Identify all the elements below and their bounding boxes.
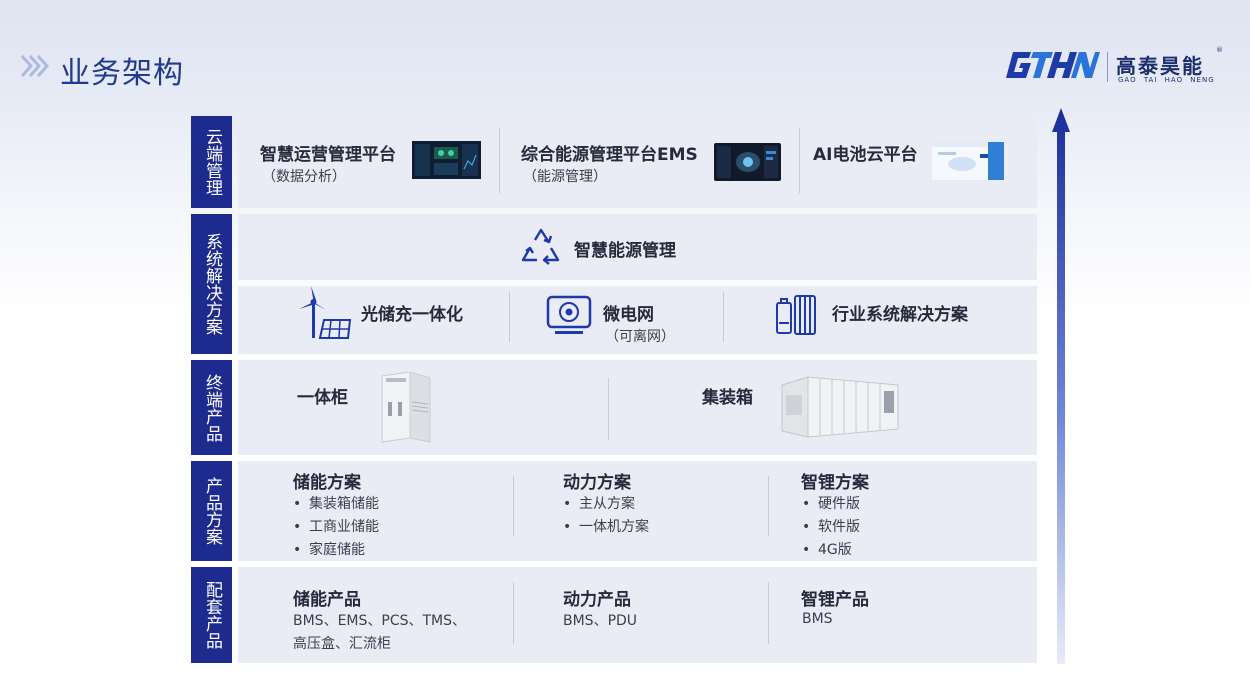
row-label-terminal: 终端产品: [191, 360, 232, 455]
microgrid-icon: [546, 295, 592, 334]
company-logo: [1006, 52, 1100, 78]
product-line: BMS、PDU: [563, 613, 638, 629]
divider: [723, 292, 724, 342]
system-item-title: 光储充一体化: [361, 305, 463, 325]
cloud-item-sub: （能源管理）: [523, 169, 607, 185]
cloud-item-title: 智慧运营管理平台: [260, 145, 396, 165]
solution-title: 智锂方案: [801, 473, 869, 493]
divider: [608, 378, 609, 440]
solution-bullet: 软件版: [802, 516, 860, 536]
solution-bullet: 集装箱储能: [293, 493, 379, 513]
solution-bullet: 家庭储能: [293, 539, 365, 559]
product-title: 智锂产品: [801, 590, 869, 610]
cloud-item-sub: （数据分析）: [262, 169, 346, 185]
system-top-title: 智慧能源管理: [574, 241, 676, 261]
cloud-item-title: 综合能源管理平台EMS: [521, 145, 698, 165]
divider: [509, 292, 510, 342]
solution-title: 储能方案: [293, 473, 361, 493]
ems-screen-thumbnail: [714, 143, 781, 181]
row-label-system: 系统解决方案: [191, 214, 232, 354]
divider: [768, 582, 769, 644]
chevrons-icon: [20, 54, 50, 78]
system-item-sub: （可离网）: [605, 329, 675, 345]
terminal-item-title: 集装箱: [702, 388, 753, 408]
solution-bullet: 一体机方案: [563, 516, 649, 536]
solution-title: 动力方案: [563, 473, 631, 493]
solar-wind-icon: [299, 286, 352, 339]
container-image: [781, 376, 899, 438]
page-title: 业务架构: [60, 56, 184, 91]
solution-bullet: 4G版: [802, 539, 852, 559]
terminal-item-title: 一体柜: [297, 388, 348, 408]
divider: [799, 128, 800, 193]
solution-bullet: 硬件版: [802, 493, 860, 513]
product-line: BMS: [802, 611, 833, 627]
logo-name-cn: 高泰昊能: [1116, 54, 1204, 78]
cloud-item-title: AI电池云平台: [813, 145, 918, 165]
solution-bullet: 工商业储能: [293, 516, 379, 536]
cabinet-image: [381, 372, 431, 443]
logo-separator: [1107, 52, 1108, 82]
solution-bullet: 主从方案: [563, 493, 635, 513]
divider: [513, 476, 514, 536]
row-label-cloud: 云端管理: [191, 116, 232, 208]
battery-cloud-thumbnail: [932, 142, 1004, 180]
registered-mark: ®: [1216, 46, 1223, 54]
upward-arrow-icon: [1052, 108, 1070, 664]
product-line: BMS、EMS、PCS、TMS、: [293, 613, 467, 629]
row-label-supporting: 配套产品: [191, 567, 232, 663]
dashboard-thumbnail: [412, 141, 481, 179]
product-title: 动力产品: [563, 590, 631, 610]
battery-rack-icon: [776, 295, 816, 335]
product-line: 高压盒、汇流柜: [293, 636, 391, 652]
divider: [499, 128, 500, 193]
product-title: 储能产品: [293, 590, 361, 610]
terminal-band: [238, 360, 1037, 455]
logo-name-en: GAO TAI HAO NENG: [1118, 76, 1215, 84]
divider: [768, 476, 769, 536]
divider: [513, 582, 514, 644]
recycle-icon: [521, 228, 560, 265]
system-item-title: 微电网: [603, 305, 654, 325]
system-item-title: 行业系统解决方案: [832, 305, 968, 325]
row-label-solutions: 产品方案: [191, 461, 232, 561]
